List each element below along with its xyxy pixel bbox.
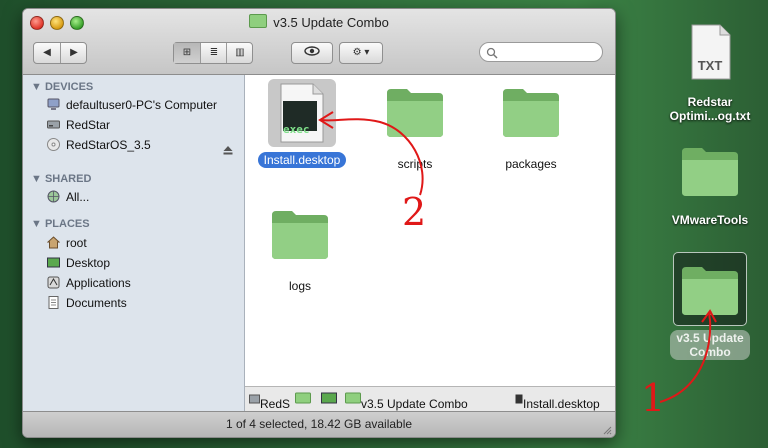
exec-icon-text: exec: [283, 123, 310, 136]
resize-grip-icon[interactable]: [602, 425, 612, 435]
sidebar-item-redstar[interactable]: RedStar: [47, 117, 110, 133]
sidebar: ▼ DEVICES defaultuser0-PC's Computer Red…: [23, 75, 245, 412]
folder-item-logs[interactable]: logs: [245, 205, 355, 295]
folder-item-packages[interactable]: packages: [476, 83, 586, 173]
harddisk-icon: [249, 394, 260, 404]
folder-icon: [272, 211, 328, 259]
sidebar-item-desktop[interactable]: Desktop: [47, 255, 110, 271]
path-seg-folder[interactable]: [295, 392, 311, 407]
search-field[interactable]: [479, 42, 603, 62]
sidebar-item-all[interactable]: All...: [47, 189, 89, 205]
folder-icon: [249, 14, 268, 28]
desktop-item-redstar-log[interactable]: TXT Redstar Optimi...og.txt: [660, 24, 760, 123]
sidebar-item-documents[interactable]: Documents: [47, 295, 127, 311]
sidebar-header-places: ▼ PLACES: [31, 218, 90, 230]
folder-icon: [682, 148, 738, 196]
folder-icon: [345, 392, 361, 404]
list-view-button[interactable]: ≣: [200, 43, 227, 63]
path-seg-install[interactable]: Install.desktop: [515, 392, 600, 411]
annotation-label-1: 1: [641, 376, 666, 420]
search-input[interactable]: [502, 45, 600, 61]
applications-icon: [47, 276, 60, 289]
desktop-item-label: Redstar Optimi...og.txt: [669, 95, 751, 123]
finder-window: v3.5 Update Combo ◀ ▶ ⊞ ≣ ▥ ⚙ ▾ ▼ DEVICE…: [22, 8, 616, 438]
icon-view-button[interactable]: ⊞: [174, 43, 200, 63]
gear-icon: ⚙ ▾: [352, 47, 370, 58]
path-seg-redstar[interactable]: RedS: [249, 392, 290, 411]
selection-highlight: exec: [268, 79, 336, 147]
title-bar: v3.5 Update Combo ◀ ▶ ⊞ ≣ ▥ ⚙ ▾: [23, 9, 615, 75]
forward-button[interactable]: ▶: [60, 43, 87, 63]
disc-icon: [47, 138, 60, 151]
file-browser-content: exec Install.desktop scripts packages lo: [245, 75, 615, 385]
desktop-icon: [47, 256, 60, 269]
back-button[interactable]: ◀: [34, 43, 60, 63]
file-label: logs: [288, 279, 311, 293]
path-seg-desktop[interactable]: [321, 392, 337, 407]
home-icon: [46, 236, 61, 249]
txt-icon-label: TXT: [697, 58, 723, 73]
desktop-item-update-combo[interactable]: v3.5 Update Combo: [660, 252, 760, 361]
folder-icon: [387, 89, 443, 137]
file-item-install-desktop[interactable]: exec Install.desktop: [247, 79, 357, 169]
desktop-item-vmwaretools[interactable]: VMwareTools: [660, 142, 760, 227]
folder-icon: [503, 89, 559, 137]
quicklook-button[interactable]: [291, 42, 333, 64]
sidebar-item-applications[interactable]: Applications: [47, 275, 131, 291]
path-bar: RedS v3.5 Update Combo Install.desktop: [245, 386, 615, 411]
desktop-item-label-highlight: v3.5 Update Combo: [670, 330, 750, 360]
view-buttons: ⊞ ≣ ▥: [173, 42, 253, 64]
window-title-container: v3.5 Update Combo: [23, 14, 615, 30]
file-label: packages: [505, 157, 557, 171]
desktop-item-label: VMwareTools: [671, 213, 749, 227]
eject-icon[interactable]: [223, 145, 233, 155]
folder-icon: [295, 392, 311, 404]
selection-highlight: [673, 252, 747, 326]
network-icon: [47, 190, 60, 203]
status-bar: 1 of 4 selected, 18.42 GB available: [23, 411, 615, 437]
column-view-button[interactable]: ▥: [226, 43, 253, 63]
eye-icon: [292, 43, 332, 63]
harddisk-icon: [47, 118, 60, 131]
sidebar-item-root[interactable]: root: [46, 235, 87, 251]
sidebar-header-shared: ▼ SHARED: [31, 173, 92, 185]
sidebar-item-computer[interactable]: defaultuser0-PC's Computer: [47, 97, 217, 113]
desktop-item-label: v3.5 Update Combo: [676, 331, 744, 359]
file-label: scripts: [397, 157, 433, 171]
folder-item-scripts[interactable]: scripts: [360, 83, 470, 173]
nav-buttons: ◀ ▶: [33, 42, 87, 64]
computer-icon: [47, 98, 60, 111]
file-icon: [515, 394, 523, 404]
folder-icon: [682, 267, 738, 315]
window-title: v3.5 Update Combo: [273, 15, 389, 30]
search-icon: [486, 47, 498, 59]
path-seg-combo[interactable]: v3.5 Update Combo: [345, 392, 468, 411]
annotation-label-2: 2: [402, 190, 427, 234]
status-text: 1 of 4 selected, 18.42 GB available: [225, 417, 413, 431]
documents-icon: [47, 296, 60, 309]
desktop-icon: [321, 392, 337, 404]
sidebar-header-devices: ▼ DEVICES: [31, 81, 94, 93]
sidebar-item-redstaros[interactable]: RedStarOS_3.5: [47, 137, 151, 153]
file-label: Install.desktop: [257, 152, 347, 168]
action-menu-button[interactable]: ⚙ ▾: [339, 42, 383, 64]
